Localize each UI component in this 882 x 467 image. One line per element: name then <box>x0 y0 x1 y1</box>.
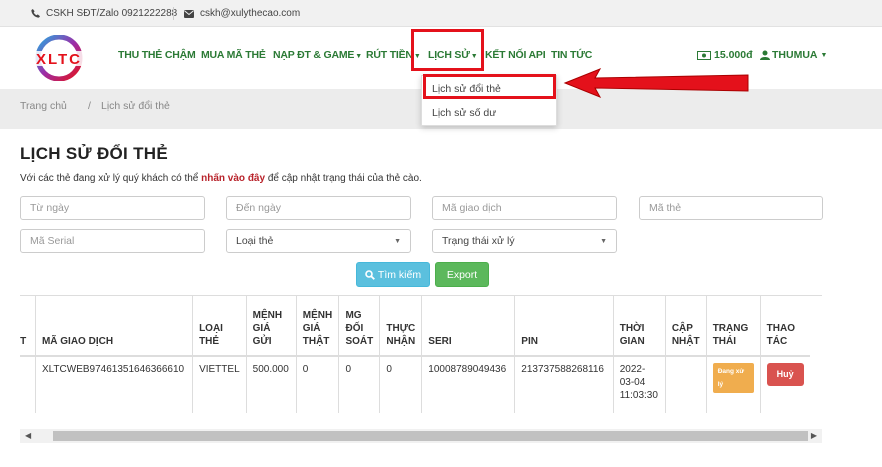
refresh-status-link[interactable]: nhấn vào đây <box>201 173 265 184</box>
caret-down-icon: ▼ <box>820 51 828 59</box>
th-code: MÃ GIAO DỊCH <box>34 296 193 357</box>
annotation-highlight-nav <box>411 29 484 71</box>
card-type-select[interactable]: Loại thẻ ▼ <box>226 229 411 253</box>
balance-amount: 15.000đ <box>714 49 753 61</box>
envelope-icon <box>184 9 194 18</box>
scrollbar-thumb[interactable] <box>53 431 808 441</box>
cell-status: Đang xử lý <box>705 356 761 413</box>
th-sent: MỆNH GIÁ GỬI <box>245 296 297 357</box>
scroll-right-arrow-icon[interactable]: ▶ <box>811 431 817 440</box>
cell-reconciled: 0 <box>338 356 380 413</box>
th-type: LOẠI THẺ <box>192 296 247 357</box>
site-logo[interactable]: XLTC <box>25 35 93 81</box>
scroll-left-arrow-icon[interactable]: ◀ <box>25 431 31 440</box>
page-title: LỊCH SỬ ĐỔI THẺ <box>20 144 168 163</box>
transaction-code-input[interactable]: Mã giao dịch <box>432 196 617 220</box>
from-date-input[interactable]: Từ ngày <box>20 196 205 220</box>
th-pin: PIN <box>514 296 614 357</box>
caret-down-icon: ▼ <box>355 53 362 60</box>
dropdown-item-balance-history[interactable]: Lịch sử số dư <box>432 107 496 119</box>
nav-item-tin-tuc[interactable]: TIN TỨC <box>551 49 592 61</box>
email-text: cskh@xulythecao.com <box>200 8 301 19</box>
export-button[interactable]: Export <box>435 262 489 287</box>
table-header-row: TT MÃ GIAO DỊCH LOẠI THẺ MỆNH GIÁ GỬI MỆ… <box>20 296 810 357</box>
history-table-container: TT MÃ GIAO DỊCH LOẠI THẺ MỆNH GIÁ GỬI MỆ… <box>20 295 822 413</box>
nav-item-thu-the-cham[interactable]: THU THẺ CHẬM <box>118 49 196 61</box>
serial-input[interactable]: Mã Serial <box>20 229 205 253</box>
cell-pin: 213737588268116 <box>514 356 614 413</box>
cell-code: XLTCWEB97461351646366610 <box>34 356 193 413</box>
status-badge: Đang xử lý <box>712 363 754 393</box>
cancel-button[interactable]: Huỷ <box>766 363 804 386</box>
phone-icon <box>31 9 40 18</box>
nav-item-mua-ma-the[interactable]: MUA MÃ THẺ <box>201 49 266 61</box>
cell-serial: 10008789049436 <box>421 356 515 413</box>
user-menu[interactable]: THUMUA ▼ <box>760 49 827 61</box>
select-caret-icon: ▼ <box>600 237 607 245</box>
cell-action: Huỷ <box>759 356 810 413</box>
email-contact: cskh@xulythecao.com <box>184 8 300 19</box>
table-horizontal-scrollbar[interactable]: ◀ ▶ <box>20 429 822 443</box>
th-action: THAO TÁC <box>759 296 810 357</box>
select-caret-icon: ▼ <box>394 237 401 245</box>
top-contact-bar: CSKH SĐT/Zalo 0921222288 cskh@xulythecao… <box>0 0 882 27</box>
history-table: TT MÃ GIAO DỊCH LOẠI THẺ MỆNH GIÁ GỬI MỆ… <box>20 296 810 413</box>
th-received: THỰC NHẬN <box>379 296 422 357</box>
cell-real: 0 <box>295 356 339 413</box>
username: THUMUA <box>772 49 818 61</box>
to-date-input[interactable]: Đến ngày <box>226 196 411 220</box>
cell-sent: 500.000 <box>245 356 297 413</box>
th-time: THỜI GIAN <box>612 296 666 357</box>
th-real: MỆNH GIÁ THẬT <box>295 296 339 357</box>
phone-text: CSKH SĐT/Zalo 0921222288 <box>46 8 178 19</box>
th-tt: TT <box>20 296 36 357</box>
th-reconciled: MG ĐỐI SOÁT <box>338 296 380 357</box>
cell-time: 2022-03-04 11:03:30 <box>612 356 666 413</box>
user-icon <box>760 50 770 60</box>
money-icon <box>697 50 711 60</box>
breadcrumb-current: Lịch sử đổi thẻ <box>101 100 170 112</box>
page-notice: Với các thẻ đang xử lý quý khách có thể … <box>20 173 422 184</box>
th-status: TRẠNG THÁI <box>705 296 761 357</box>
breadcrumb-separator: / <box>88 100 91 112</box>
search-icon <box>365 269 375 280</box>
annotation-highlight-dropdown <box>423 74 556 99</box>
topbar-divider <box>173 7 174 20</box>
nav-item-nap-dt-game[interactable]: NẠP ĐT & GAME▼ <box>273 49 362 61</box>
phone-contact: CSKH SĐT/Zalo 0921222288 <box>31 8 177 19</box>
nav-item-ket-noi-api[interactable]: KẾT NỐI API <box>485 49 546 61</box>
card-code-input[interactable]: Mã thẻ <box>639 196 823 220</box>
annotation-arrow-icon <box>563 68 749 98</box>
cell-received: 0 <box>379 356 422 413</box>
cell-type: VIETTEL <box>192 356 247 413</box>
status-select[interactable]: Trạng thái xử lý ▼ <box>432 229 617 253</box>
wallet-balance[interactable]: 15.000đ <box>697 49 753 61</box>
search-button[interactable]: Tìm kiếm <box>356 262 430 287</box>
table-row: XLTCWEB97461351646366610 VIETTEL 500.000… <box>20 356 810 413</box>
cell-tt <box>20 356 36 413</box>
cell-updated <box>664 356 707 413</box>
logo-text: XLTC <box>36 51 82 68</box>
th-updated: CẬP NHẬT <box>664 296 707 357</box>
th-serial: SERI <box>421 296 515 357</box>
breadcrumb-home[interactable]: Trang chủ <box>20 100 67 112</box>
